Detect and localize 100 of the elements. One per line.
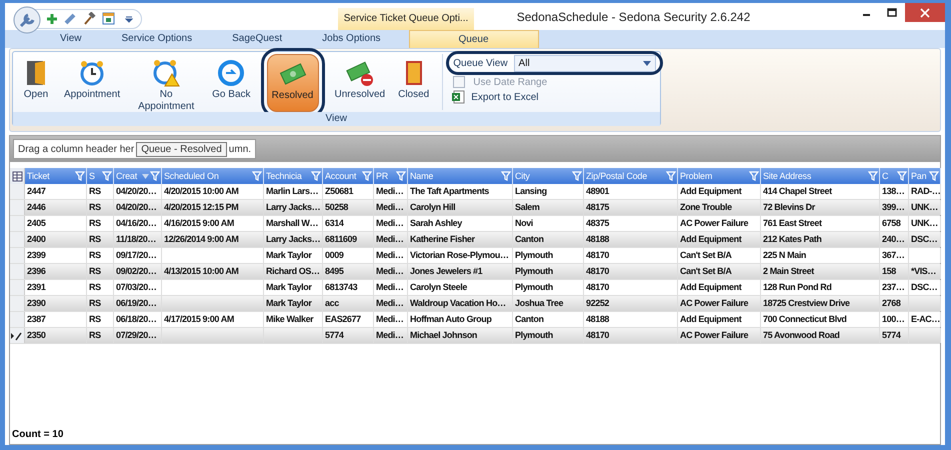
wrench-icon (13, 6, 41, 34)
table-cell: Add Equipment (680, 282, 742, 292)
table-cell: RAD-… (911, 186, 940, 196)
table-cell: 158 (882, 266, 896, 276)
table-cell: 2447 (27, 186, 46, 196)
table-cell: 6811609 (325, 234, 357, 244)
ribbon-tab[interactable]: SageQuest (212, 30, 302, 48)
alarm-clock-warning-icon (151, 58, 182, 88)
table-cell: 48375 (586, 218, 610, 228)
table-cell: 5774 (325, 330, 344, 340)
filter-icon[interactable] (252, 171, 262, 181)
table-cell: 761 East Street (763, 218, 822, 228)
column-header[interactable]: PR (374, 168, 408, 184)
table-cell: 12/26/2014 9:00 AM (164, 234, 239, 244)
table-cell: 2396 (27, 266, 46, 276)
calendar-icon[interactable] (102, 12, 115, 25)
table-cell: Medi… (376, 250, 404, 260)
table-cell: Joshua Tree (515, 298, 564, 308)
table-cell: Add Equipment (680, 186, 742, 196)
table-cell: Marshall W… (266, 218, 318, 228)
table-cell: 48170 (586, 330, 610, 340)
filter-icon[interactable] (868, 171, 878, 181)
table-cell: Carolyn Hill (410, 202, 456, 212)
table-cell: RS (89, 298, 101, 308)
table-cell: 6813743 (325, 282, 358, 292)
close-button[interactable] (905, 3, 945, 22)
ribbon-tab[interactable]: Service Options (102, 30, 212, 48)
filter-icon[interactable] (897, 171, 907, 181)
customize-caret-icon[interactable] (125, 14, 133, 22)
hammer-icon[interactable] (83, 12, 96, 25)
filter-icon[interactable] (75, 171, 85, 181)
column-header[interactable]: Pan (909, 168, 941, 184)
group-label: View (13, 112, 660, 126)
table-cell: 6314 (325, 218, 344, 228)
tooltip: Queue - Resolved (136, 142, 227, 156)
table-cell: 128 Run Pond Rd (763, 282, 832, 292)
filter-icon[interactable] (150, 171, 160, 181)
filter-icon[interactable] (666, 171, 676, 181)
column-header[interactable]: Site Address (761, 168, 880, 184)
table-cell: Medi… (376, 282, 404, 292)
table-cell: DSC… (911, 282, 938, 292)
ribbon-button[interactable]: Appointment (59, 54, 126, 110)
filter-icon[interactable] (749, 171, 759, 181)
table-cell: 50258 (325, 202, 348, 212)
table-cell: UNK… (911, 218, 938, 228)
table-cell: 399… (882, 202, 904, 212)
ribbon-button[interactable]: No Appointment (128, 54, 204, 110)
table-cell: 2400 (27, 234, 46, 244)
filter-icon[interactable] (501, 171, 511, 181)
row-selector[interactable] (10, 328, 25, 343)
ribbon-tab[interactable]: Jobs Options (302, 30, 401, 48)
column-chooser-button[interactable] (10, 168, 25, 184)
column-header[interactable]: S (87, 168, 114, 184)
column-header[interactable]: Name (408, 168, 513, 184)
table-cell: Larry Jacks… (266, 234, 320, 244)
plus-icon[interactable] (46, 12, 58, 24)
export-to-excel-button[interactable]: Export to Excel (449, 90, 660, 104)
table-cell: 75 Avonwood Road (763, 330, 840, 340)
table-cell: Mike Walker (266, 314, 314, 324)
table-cell: 48170 (586, 266, 610, 276)
table-cell: 48901 (586, 186, 610, 196)
column-header[interactable]: City (513, 168, 584, 184)
column-header[interactable]: Account (323, 168, 374, 184)
column-header[interactable]: Scheduled On (162, 168, 264, 184)
table-cell: 2350 (27, 330, 46, 340)
table-cell: Hoffman Auto Group (410, 314, 492, 324)
table-cell: Marlin Lars… (266, 186, 318, 196)
table-cell: Michael Johnson (410, 330, 478, 340)
filter-icon[interactable] (929, 171, 939, 181)
table-cell: 72 Blevins Dr (763, 202, 815, 212)
filter-icon[interactable] (102, 171, 112, 181)
filter-icon[interactable] (572, 171, 582, 181)
application-menu-button[interactable] (13, 6, 41, 34)
table-cell: 04/16/20… (116, 218, 156, 228)
column-header[interactable]: Problem (678, 168, 761, 184)
ribbon-button[interactable]: Closed (393, 54, 434, 110)
table-cell: Medi… (376, 218, 404, 228)
column-header[interactable]: Zip/Postal Code (584, 168, 678, 184)
filter-icon[interactable] (311, 171, 321, 181)
ribbon-button[interactable]: Go Back (207, 54, 256, 110)
column-header[interactable]: Creat (114, 168, 162, 184)
column-header[interactable]: Ticket (25, 168, 87, 184)
table-cell: Salem (515, 202, 540, 212)
table-cell: 225 N Main (763, 250, 806, 260)
column-header[interactable]: C (880, 168, 909, 184)
table-cell: 04/20/20… (116, 186, 156, 196)
ribbon-button[interactable]: Open (16, 54, 56, 110)
filter-icon[interactable] (362, 171, 372, 181)
table-cell: 48170 (586, 250, 610, 260)
table-cell: 48188 (586, 314, 610, 324)
table-cell: AC Power Failure (680, 218, 748, 228)
table-cell: 4/20/2015 12:15 PM (164, 202, 238, 212)
ribbon-button[interactable]: Unresolved (330, 54, 390, 110)
ribbon-tab[interactable]: View (40, 30, 102, 48)
filter-icon[interactable] (396, 171, 406, 181)
ribbon-tab[interactable]: Queue (408, 30, 539, 48)
table-cell: RS (89, 202, 101, 212)
table-cell: Medi… (376, 234, 404, 244)
table-cell: 700 Connecticut Blvd (763, 314, 847, 324)
column-header[interactable]: Technicia (264, 168, 323, 184)
